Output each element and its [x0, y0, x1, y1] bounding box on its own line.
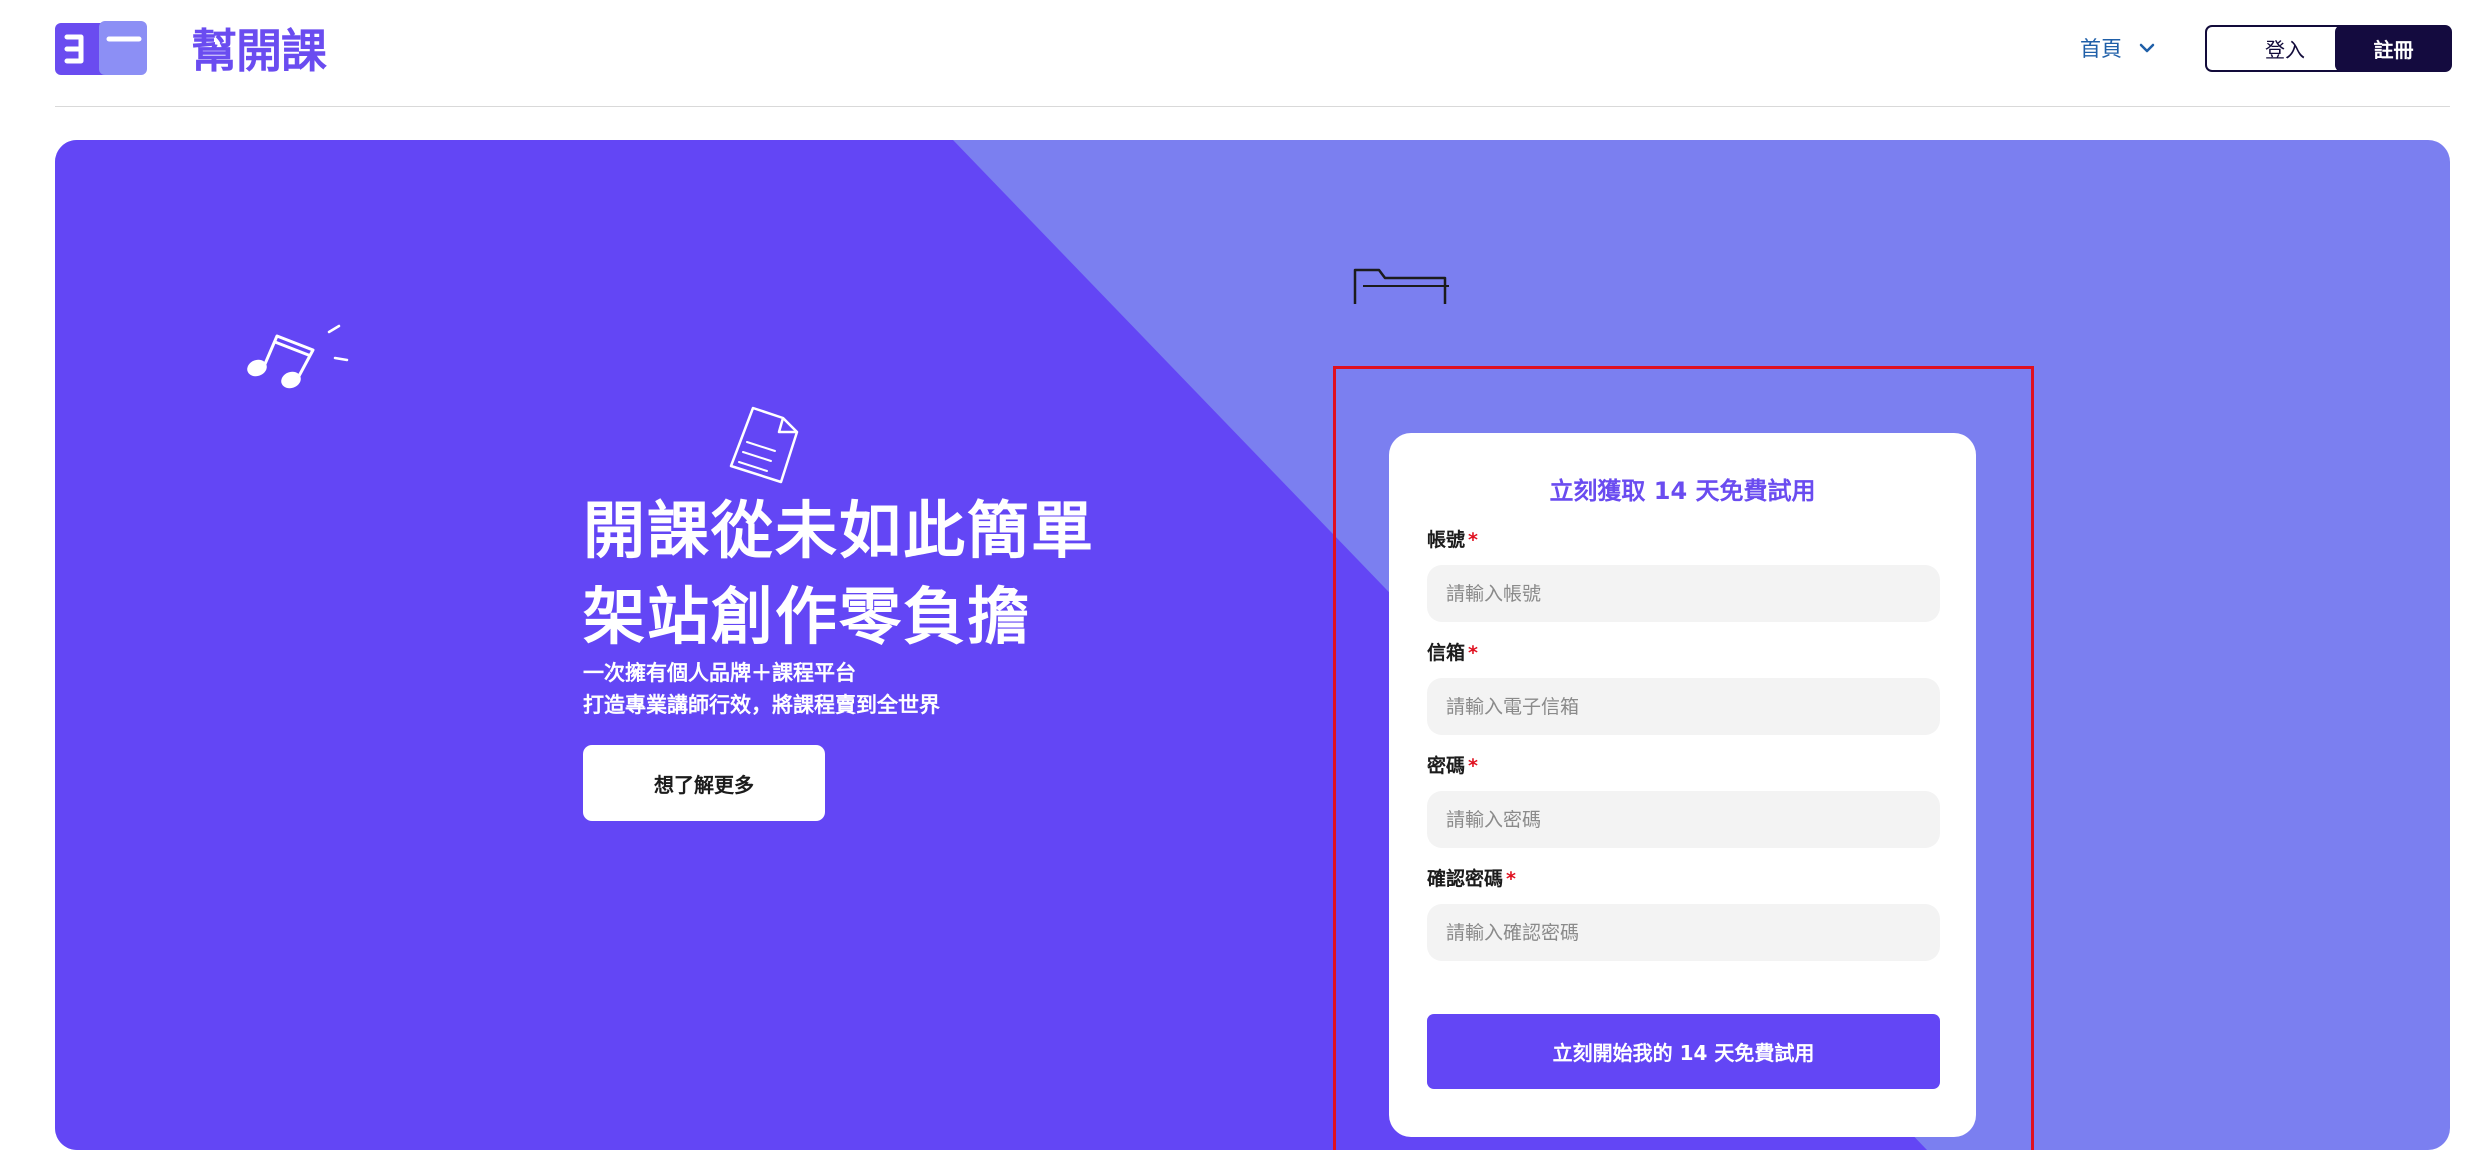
brand-name: 幫開課: [191, 24, 327, 78]
hero-subtitle-line1: 一次擁有個人品牌＋課程平台: [583, 661, 856, 685]
password-input[interactable]: [1427, 791, 1940, 848]
password-label-text: 密碼: [1427, 755, 1466, 777]
header-divider: [55, 106, 2450, 107]
nav-home-label: 首頁: [2080, 37, 2122, 61]
logo-mark-icon: [55, 21, 147, 75]
confirm-password-label-text: 確認密碼: [1427, 868, 1504, 890]
required-mark: *: [1468, 755, 1478, 777]
required-mark: *: [1468, 642, 1478, 664]
learn-more-button[interactable]: 想了解更多: [583, 745, 825, 821]
email-label-text: 信箱: [1427, 642, 1466, 664]
music-note-icon: [247, 324, 349, 389]
folder-icon: [1353, 268, 1449, 304]
register-button[interactable]: 註冊: [2335, 25, 2452, 72]
required-mark: *: [1468, 529, 1478, 551]
hero-subtitle-line2: 打造專業講師行效，將課程賣到全世界: [583, 693, 940, 717]
hero-title-line1: 開課從未如此簡單: [583, 494, 1096, 567]
password-label: 密碼 *: [1427, 751, 1478, 778]
email-input[interactable]: [1427, 678, 1940, 735]
chevron-down-icon: [2139, 43, 2155, 53]
brand-logo[interactable]: 幫開課: [55, 18, 327, 78]
hero-section: 開課從未如此簡單 架站創作零負擔 一次擁有個人品牌＋課程平台 打造專業講師行效，…: [55, 140, 2450, 1150]
hero-title-line2: 架站創作零負擔: [583, 580, 1032, 653]
hero-background-shape: [55, 140, 1927, 1150]
site-header: 幫開課 首頁 登入 註冊: [0, 0, 2489, 107]
account-label: 帳號 *: [1427, 525, 1478, 552]
account-input[interactable]: [1427, 565, 1940, 622]
email-label: 信箱 *: [1427, 638, 1478, 665]
hero-title: 開課從未如此簡單 架站創作零負擔: [583, 488, 1095, 660]
confirm-password-label: 確認密碼 *: [1427, 864, 1516, 891]
start-trial-button[interactable]: 立刻開始我的 14 天免費試用: [1427, 1014, 1940, 1089]
nav-home-dropdown[interactable]: 首頁: [2080, 30, 2158, 66]
required-mark: *: [1506, 868, 1516, 890]
hero-subtitle: 一次擁有個人品牌＋課程平台 打造專業講師行效，將課程賣到全世界: [583, 657, 940, 721]
trial-signup-form: 立刻獲取 14 天免費試用 帳號* 信箱* 密碼* 確認密碼* 立刻開始我的 1…: [1389, 433, 1976, 1137]
form-title: 立刻獲取 14 天免費試用: [1549, 477, 1816, 505]
confirm-password-input[interactable]: [1427, 904, 1940, 961]
document-icon: [729, 406, 799, 484]
account-label-text: 帳號: [1427, 529, 1466, 551]
